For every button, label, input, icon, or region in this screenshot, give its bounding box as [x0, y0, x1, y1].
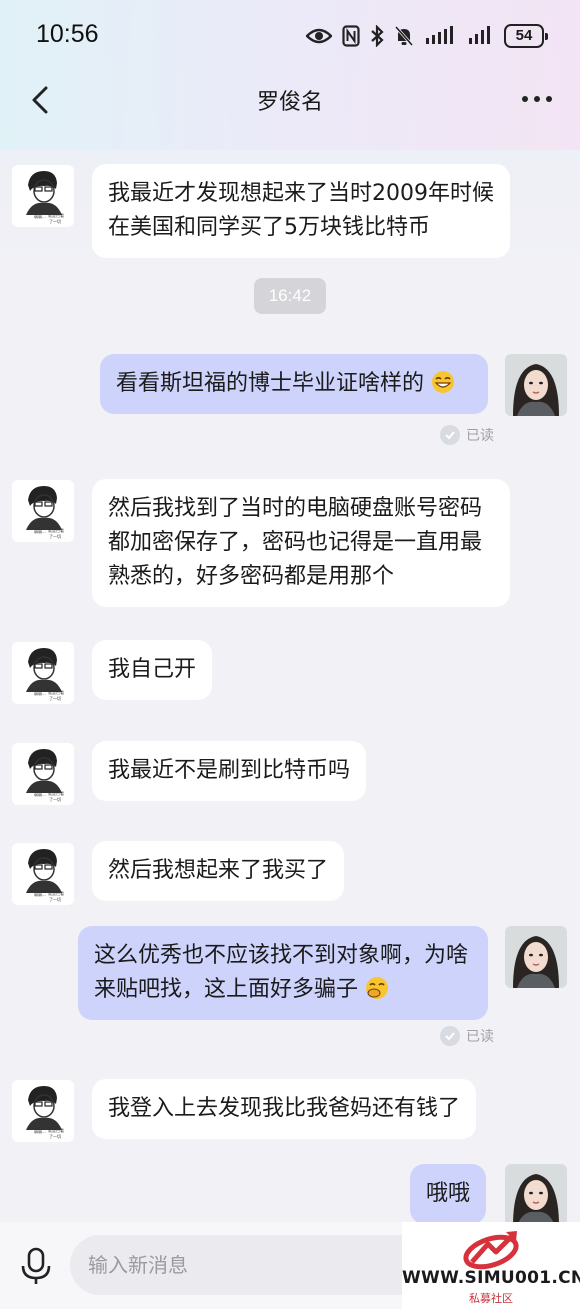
- microphone-icon[interactable]: [18, 1246, 54, 1286]
- chat-title: 罗俊名: [256, 90, 323, 115]
- eye-icon: [306, 28, 332, 44]
- sketch-portrait-icon: 弱弱... 就是已看了一切: [12, 480, 74, 542]
- svg-text:就是已看: 就是已看: [48, 212, 64, 218]
- watermark-subtitle: 私募社区: [469, 1292, 513, 1305]
- contact-avatar[interactable]: 弱弱... 就是已看 了一切: [12, 165, 74, 227]
- sketch-portrait-icon: 弱弱... 就是已看了一切: [12, 843, 74, 905]
- my-avatar[interactable]: [505, 926, 567, 988]
- svg-text:就是已看: 就是已看: [48, 1127, 64, 1133]
- svg-text:弱弱...: 弱弱...: [34, 213, 46, 219]
- status-icons: 54: [306, 22, 548, 50]
- svg-text:弱弱...: 弱弱...: [34, 690, 46, 696]
- contact-avatar[interactable]: 弱弱... 就是已看 了一切: [12, 843, 74, 905]
- watermark-url: WWW.SIMU001.CN: [402, 1268, 580, 1288]
- message-bubble-incoming[interactable]: 我最近不是刷到比特币吗: [92, 741, 367, 801]
- portrait-photo-icon: [505, 926, 567, 988]
- status-time: 10:56: [36, 20, 99, 48]
- svg-text:了一切: 了一切: [49, 896, 61, 902]
- svg-text:就是已看: 就是已看: [48, 890, 64, 896]
- chat-header: 罗俊名: [0, 70, 580, 130]
- status-bar: 10:56 54: [0, 0, 580, 70]
- svg-text:了一切: 了一切: [49, 218, 61, 224]
- mute-bell-icon: [394, 26, 414, 46]
- check-icon: [440, 1026, 460, 1046]
- contact-avatar[interactable]: 弱弱... 就是已看 了一切: [12, 480, 74, 542]
- sketch-portrait-icon: 弱弱... 就是已看了一切: [12, 642, 74, 704]
- read-receipt: 已读: [440, 425, 494, 445]
- my-avatar[interactable]: [505, 1164, 567, 1226]
- signal-icon: [426, 26, 453, 44]
- svg-text:了一切: 了一切: [49, 1133, 61, 1139]
- svg-text:了一切: 了一切: [49, 533, 61, 539]
- grin-emoji-icon: [431, 370, 455, 394]
- read-status-text: 已读: [466, 428, 494, 444]
- message-bubble-incoming[interactable]: 我自己开: [92, 640, 213, 700]
- sketch-portrait-icon: 弱弱... 就是已看了一切: [12, 165, 74, 227]
- read-status-text: 已读: [466, 1029, 494, 1045]
- watermark-logo-icon: [463, 1231, 519, 1270]
- svg-text:弱弱...: 弱弱...: [34, 1128, 46, 1134]
- svg-text:了一切: 了一切: [49, 695, 61, 701]
- my-avatar[interactable]: [505, 354, 567, 416]
- sketch-portrait-icon: 弱弱... 就是已看了一切: [12, 1080, 74, 1142]
- message-text: 这么优秀也不应该找不到对象啊，为啥来贴吧找，这上面好多骗子: [94, 943, 469, 1002]
- nfc-icon: [342, 25, 360, 47]
- read-receipt: 已读: [440, 1026, 494, 1046]
- sketch-portrait-icon: 弱弱... 就是已看了一切: [12, 743, 74, 805]
- svg-text:就是已看: 就是已看: [48, 689, 64, 695]
- watermark: WWW.SIMU001.CN 私募社区: [402, 1222, 580, 1309]
- giggle-emoji-icon: [365, 976, 389, 1000]
- message-bubble-incoming[interactable]: 然后我想起来了我买了: [92, 841, 345, 901]
- contact-avatar[interactable]: 弱弱... 就是已看 了一切: [12, 743, 74, 805]
- svg-text:弱弱...: 弱弱...: [34, 528, 46, 534]
- battery-indicator: 54: [504, 24, 548, 48]
- message-bubble-outgoing[interactable]: 这么优秀也不应该找不到对象啊，为啥来贴吧找，这上面好多骗子: [78, 926, 488, 1020]
- svg-text:就是已看: 就是已看: [48, 790, 64, 796]
- svg-text:就是已看: 就是已看: [48, 527, 64, 533]
- message-bubble-outgoing[interactable]: 哦哦: [410, 1164, 487, 1224]
- check-icon: [440, 425, 460, 445]
- bluetooth-icon: [371, 25, 384, 47]
- signal-icon-2: [469, 26, 490, 44]
- message-bubble-outgoing[interactable]: 看看斯坦福的博士毕业证啥样的: [100, 354, 488, 414]
- svg-text:弱弱...: 弱弱...: [34, 891, 46, 897]
- portrait-photo-icon: [505, 1164, 567, 1226]
- svg-text:弱弱...: 弱弱...: [34, 791, 46, 797]
- message-bubble-incoming[interactable]: 我最近才发现想起来了当时2009年时候在美国和同学买了5万块钱比特币: [92, 164, 510, 258]
- message-bubble-incoming[interactable]: 我登入上去发现我比我爸妈还有钱了: [92, 1079, 477, 1139]
- message-bubble-incoming[interactable]: 然后我找到了当时的电脑硬盘账号密码都加密保存了，密码也记得是一直用最熟悉的，好多…: [92, 479, 510, 607]
- svg-text:了一切: 了一切: [49, 796, 61, 802]
- message-text: 看看斯坦福的博士毕业证啥样的: [116, 371, 425, 396]
- more-options-icon[interactable]: [520, 82, 554, 116]
- contact-avatar[interactable]: 弱弱... 就是已看 了一切: [12, 642, 74, 704]
- portrait-photo-icon: [505, 354, 567, 416]
- contact-avatar[interactable]: 弱弱... 就是已看 了一切: [12, 1080, 74, 1142]
- message-timestamp: 16:42: [254, 278, 326, 314]
